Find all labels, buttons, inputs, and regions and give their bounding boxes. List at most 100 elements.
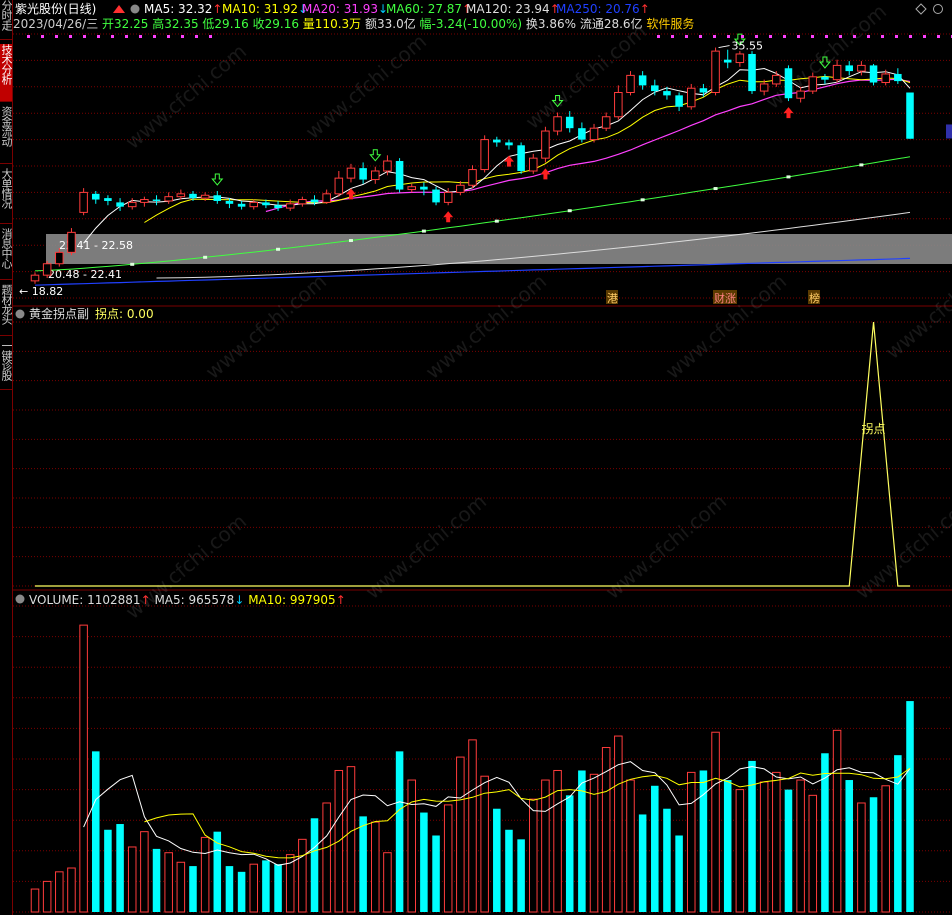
side-tab-2[interactable]: 资金流动 (0, 106, 12, 164)
top-dot (783, 35, 786, 38)
indicator-toggle-icon (15, 309, 25, 319)
candle-body-down (748, 53, 756, 92)
top-dot (699, 35, 702, 38)
volume-bar-up (67, 867, 76, 913)
candle-body-down (894, 73, 902, 82)
volume-bar-down (395, 751, 404, 912)
high-leader (718, 45, 730, 49)
watermark-text: www.cfchi.com (601, 489, 731, 604)
candle-body-down (152, 199, 161, 201)
volume-bar-down (225, 866, 234, 912)
event-tag-2: 榜 (809, 291, 820, 305)
ma60-marker (348, 239, 353, 243)
candle-body-up (30, 274, 40, 282)
event-tag-0: 港 (607, 292, 618, 305)
top-dot (41, 35, 44, 38)
volume-bar-down (420, 812, 428, 912)
top-dot (167, 35, 170, 38)
top-dot (867, 35, 870, 38)
volume-bar-down (91, 751, 100, 912)
volume-ma10-line (144, 767, 911, 859)
top-dot (657, 35, 660, 38)
candle-body-down (262, 202, 270, 206)
candle-body-up (832, 64, 842, 81)
top-dot (853, 35, 856, 38)
candle-body-down (213, 195, 222, 201)
candle-body-up (334, 177, 344, 195)
top-dot (839, 35, 842, 38)
side-tab-4[interactable]: 消息中心 (0, 228, 12, 280)
candle-body-up (285, 203, 295, 209)
ma60-marker (130, 262, 135, 266)
top-dot (909, 35, 912, 38)
high-price-label: 35.55 (732, 40, 764, 53)
volume-bar-up (322, 802, 331, 913)
side-tab-3[interactable]: 大单情况 (0, 168, 12, 224)
indicator-peak-label: 拐点 (862, 421, 886, 436)
candle-body-down (420, 186, 428, 190)
candle-body-up (67, 231, 76, 253)
top-dot (937, 35, 940, 38)
top-dot (97, 35, 100, 38)
volume-bar-up (528, 798, 538, 913)
top-dot (881, 35, 884, 38)
side-tab-5[interactable]: 题材龙头 (0, 284, 12, 336)
volume-toggle-icon (15, 594, 25, 604)
volume-bar-up (298, 838, 307, 913)
volume-bar-up (42, 880, 52, 913)
side-tab-0[interactable]: 分时走势 (0, 0, 12, 40)
candle-body-up (857, 64, 866, 72)
candle-body-up (759, 83, 769, 92)
candle-body-up (346, 167, 356, 179)
volume-bar-down (237, 871, 246, 912)
candle-body-up (200, 194, 210, 199)
volume-bar-up (456, 756, 465, 913)
top-dot (111, 35, 114, 38)
top-dot (55, 35, 58, 38)
up-arrow-icon (113, 5, 125, 13)
volume-bar-down (821, 753, 829, 912)
ma60-marker (494, 219, 499, 223)
close-icon (933, 4, 943, 14)
watermark-text: www.cfchi.com (121, 39, 251, 154)
top-dot (741, 35, 744, 38)
side-tab-1[interactable]: 技术分析 (0, 44, 12, 102)
top-dot (671, 35, 674, 38)
volume-bar-down (869, 797, 878, 912)
volume-bar-up (832, 729, 842, 913)
volume-bar-down (517, 839, 525, 912)
volume-bar-up (601, 747, 611, 913)
ma-legend-5: MA250: 20.76↑ (556, 2, 650, 16)
volume-bar-down (845, 780, 854, 912)
candle-body-down (505, 142, 513, 146)
volume-bar-down (104, 829, 112, 912)
candle-body-down (237, 203, 246, 207)
volume-bar-up (200, 836, 210, 913)
top-dot (125, 35, 128, 38)
volume-bar-down (675, 835, 683, 912)
volume-bar-up (589, 773, 599, 913)
top-dot (797, 35, 800, 38)
volume-bar-down (638, 814, 647, 912)
ma-legend-1: MA10: 31.92↓ (222, 2, 308, 16)
quote-row: 2023/04/26/三 开32.25 高32.35 低29.16 收29.16… (13, 16, 694, 31)
ma-legend-3: MA60: 27.87↑ (386, 2, 472, 16)
candle-body-up (140, 199, 149, 203)
volume-bar-down (493, 808, 501, 912)
indicator-line (35, 321, 910, 587)
volume-bar-up (808, 794, 818, 913)
ma60-marker (859, 163, 864, 167)
top-dot (69, 35, 72, 38)
watermark-text: www.cfchi.com (661, 269, 791, 384)
candle-body-up (42, 263, 52, 276)
side-tab-6[interactable]: 一键诊股 (0, 340, 12, 390)
ma60-marker (276, 247, 281, 251)
candle-body-down (493, 139, 501, 143)
candle-body-up (164, 196, 173, 202)
candle-body-down (116, 202, 124, 207)
candle-body-up (443, 191, 453, 203)
candle-body-down (274, 205, 282, 209)
volume-bar-up (857, 802, 866, 913)
volume-bar-down (274, 864, 282, 912)
event-tag-1: 财涨 (714, 291, 736, 305)
